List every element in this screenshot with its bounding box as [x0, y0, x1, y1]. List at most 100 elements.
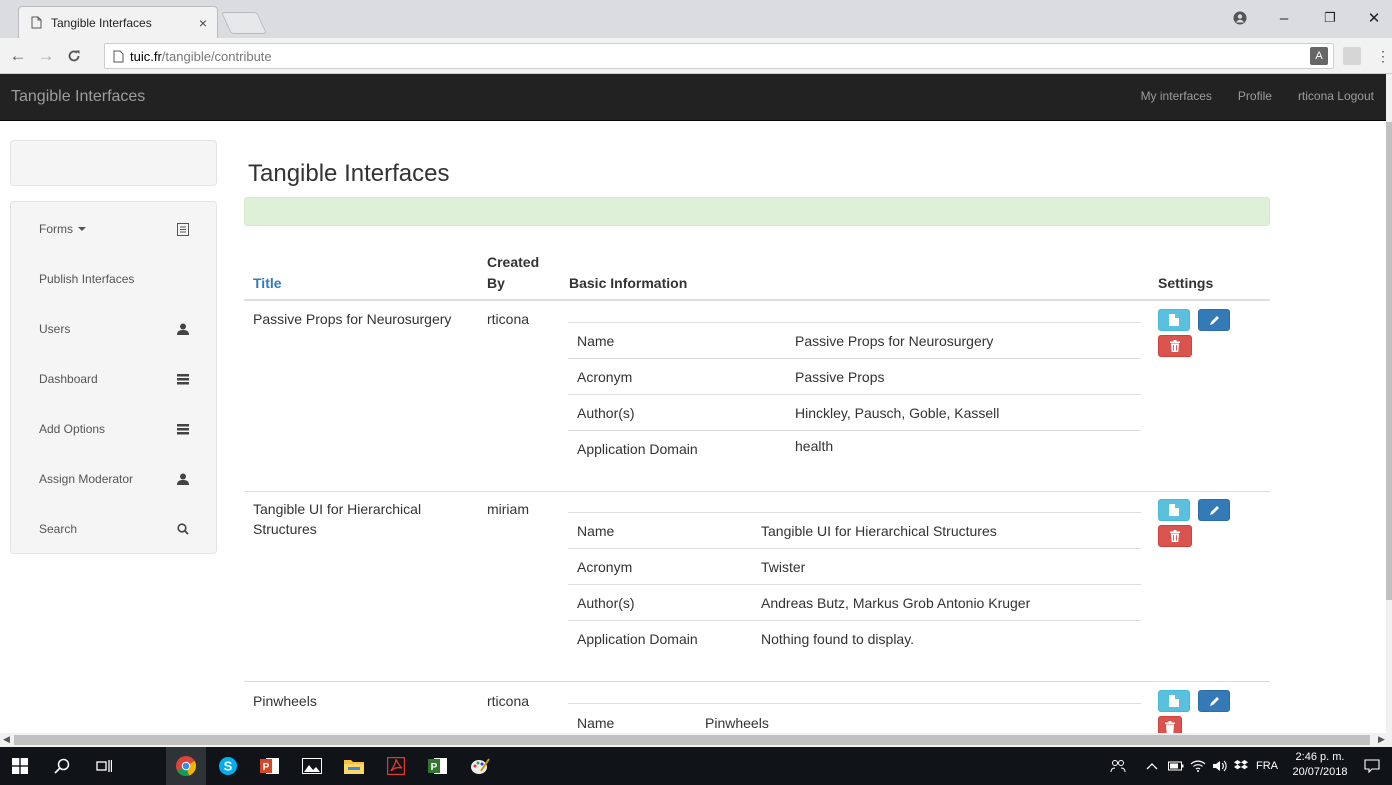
- powerpoint-icon[interactable]: P: [250, 747, 290, 785]
- address-bar-row: ← → tuic.fr/tangible/contribute A ⋮: [0, 38, 1392, 74]
- project-icon[interactable]: P: [418, 747, 458, 785]
- close-window-button[interactable]: ✕: [1358, 6, 1390, 30]
- info-divider: [568, 322, 1141, 323]
- sidebar-item-assign-moderator[interactable]: Assign Moderator: [11, 459, 216, 499]
- forward-button[interactable]: →: [34, 44, 58, 68]
- windows-start-icon[interactable]: [0, 747, 40, 785]
- sidebar-item-label: Publish Interfaces: [39, 272, 135, 286]
- info-value: Andreas Butz, Markus Grob Antonio Kruger: [761, 595, 1031, 611]
- sidebar-nav: Forms Publish Interfaces Users Dashboard: [10, 201, 217, 554]
- info-divider: [568, 394, 1141, 395]
- svg-text:S: S: [224, 759, 233, 774]
- info-label: Name: [577, 333, 615, 349]
- reload-button[interactable]: [62, 44, 86, 68]
- info-label: Acronym: [577, 559, 633, 575]
- browser-window: Tangible Interfaces × – ❐ ✕ ← → tuic.fr /…: [0, 0, 1392, 785]
- trash-icon: [1170, 530, 1180, 542]
- th-created-by-line2: By: [487, 275, 505, 291]
- sidebar-item-search[interactable]: Search: [11, 509, 216, 549]
- delete-button[interactable]: [1158, 716, 1182, 733]
- edit-button[interactable]: [1198, 690, 1230, 712]
- file-explorer-icon[interactable]: [334, 747, 374, 785]
- language-indicator[interactable]: FRA: [1256, 747, 1278, 785]
- th-title[interactable]: Title: [253, 275, 282, 291]
- profile-icon[interactable]: [1224, 6, 1256, 30]
- clock-time: 2:46 p. m.: [1295, 751, 1345, 763]
- sidebar-item-publish-interfaces[interactable]: Publish Interfaces: [11, 259, 216, 299]
- battery-icon[interactable]: [1168, 747, 1184, 785]
- people-icon[interactable]: [1110, 747, 1126, 785]
- vertical-scroll-thumb[interactable]: [1386, 122, 1392, 600]
- navbar-links: My interfaces Profile rticona Logout: [1141, 89, 1374, 103]
- edit-button[interactable]: [1198, 499, 1230, 521]
- info-value: Pinwheels: [705, 715, 769, 731]
- edit-button[interactable]: [1198, 309, 1230, 331]
- row-divider: [244, 681, 1270, 682]
- url-input[interactable]: tuic.fr/tangible/contribute: [104, 43, 1334, 69]
- pdf-extension-icon[interactable]: [1343, 47, 1361, 65]
- translate-icon[interactable]: A: [1310, 47, 1328, 65]
- info-label: Application Domain: [577, 441, 698, 457]
- nav-logout[interactable]: rticona Logout: [1298, 89, 1374, 103]
- photos-icon[interactable]: [292, 747, 332, 785]
- info-value: Passive Props: [795, 369, 885, 385]
- view-button[interactable]: [1158, 499, 1190, 521]
- tasks-icon: [175, 371, 191, 387]
- sidebar-item-dashboard[interactable]: Dashboard: [11, 359, 216, 399]
- info-value: Twister: [761, 559, 806, 575]
- info-label: Application Domain: [577, 631, 698, 647]
- delete-button[interactable]: [1158, 525, 1192, 547]
- horizontal-scroll-thumb[interactable]: [14, 735, 1370, 745]
- scroll-left-icon[interactable]: ◀: [3, 734, 10, 745]
- info-divider: [568, 584, 1141, 585]
- sidebar-item-add-options[interactable]: Add Options: [11, 409, 216, 449]
- tab-close-icon[interactable]: ×: [199, 15, 207, 31]
- back-button[interactable]: ←: [6, 44, 30, 68]
- th-settings: Settings: [1158, 275, 1214, 291]
- scroll-right-icon[interactable]: ▶: [1378, 734, 1385, 745]
- search-icon[interactable]: [42, 747, 82, 785]
- row-created-by: miriam: [487, 501, 529, 517]
- vertical-scrollbar[interactable]: [1386, 74, 1392, 733]
- row-title: Pinwheels: [253, 693, 317, 709]
- horizontal-scrollbar[interactable]: ◀ ▶: [0, 733, 1392, 747]
- delete-button[interactable]: [1158, 335, 1192, 357]
- row-created-by: rticona: [487, 311, 530, 327]
- restore-button[interactable]: ❐: [1314, 6, 1346, 30]
- tab-strip: Tangible Interfaces × – ❐ ✕: [0, 0, 1392, 38]
- chevron-up-icon[interactable]: [1146, 747, 1158, 785]
- notification-icon[interactable]: [1364, 747, 1380, 785]
- success-alert: [244, 197, 1270, 226]
- task-view-icon[interactable]: [84, 747, 124, 785]
- chrome-icon[interactable]: [166, 747, 206, 785]
- acrobat-icon[interactable]: [376, 747, 416, 785]
- view-button[interactable]: [1158, 309, 1190, 331]
- windows-taskbar: S P P FRA 2:46 p. m. 20/07/2018: [0, 747, 1392, 785]
- menu-icon[interactable]: ⋮: [1374, 47, 1392, 65]
- sidebar-item-users[interactable]: Users: [11, 309, 216, 349]
- info-divider: [568, 358, 1141, 359]
- view-button[interactable]: [1158, 690, 1190, 712]
- minimize-button[interactable]: –: [1268, 6, 1300, 30]
- file-icon: [1169, 695, 1179, 707]
- browser-tab[interactable]: Tangible Interfaces ×: [18, 6, 218, 38]
- pencil-icon: [1209, 315, 1219, 325]
- volume-icon[interactable]: [1212, 747, 1228, 785]
- nav-my-interfaces[interactable]: My interfaces: [1141, 89, 1212, 103]
- page-info-icon[interactable]: [113, 50, 124, 63]
- wifi-icon[interactable]: [1190, 747, 1206, 785]
- url-host: tuic.fr: [130, 48, 162, 64]
- chevron-down-icon: [78, 227, 86, 231]
- taskbar-clock[interactable]: 2:46 p. m. 20/07/2018: [1288, 750, 1352, 780]
- dropbox-icon[interactable]: [1234, 747, 1248, 785]
- trash-icon: [1165, 721, 1175, 733]
- navbar-brand[interactable]: Tangible Interfaces: [11, 88, 145, 106]
- skype-icon[interactable]: S: [208, 747, 248, 785]
- svg-text:P: P: [431, 762, 438, 773]
- new-tab-button[interactable]: [220, 12, 268, 34]
- paint-icon[interactable]: [460, 747, 500, 785]
- sidebar-item-forms[interactable]: Forms: [11, 209, 216, 249]
- info-divider: [568, 430, 1141, 431]
- sidebar-item-label: Add Options: [39, 422, 106, 436]
- nav-profile[interactable]: Profile: [1238, 89, 1272, 103]
